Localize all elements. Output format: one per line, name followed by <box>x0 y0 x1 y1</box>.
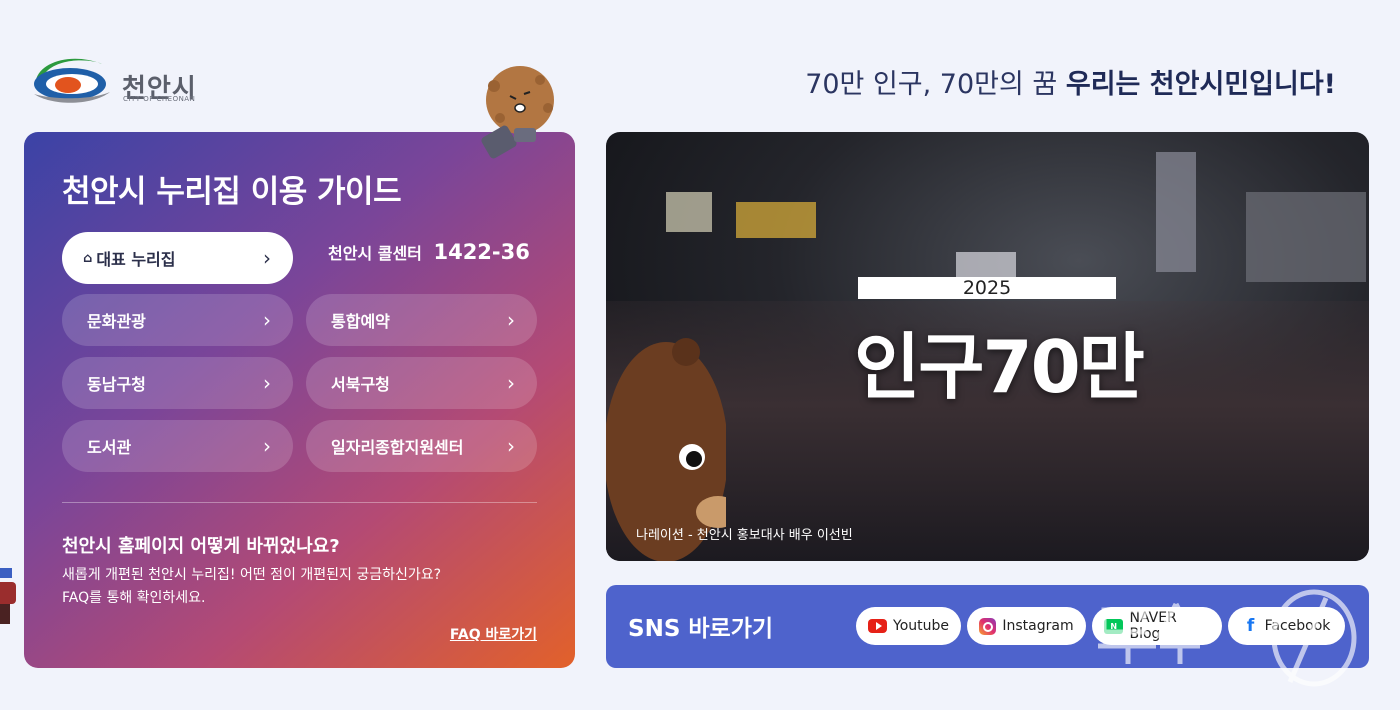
instagram-label: Instagram <box>1002 618 1074 634</box>
promo-video[interactable]: 2025 인구70만 나레이션 - 천안시 홍보대사 배우 이선빈 <box>606 132 1369 561</box>
youtube-button[interactable]: Youtube <box>856 607 961 645</box>
cheonan-emblem-icon <box>34 58 110 103</box>
job-center-button[interactable]: 일자리종합지원센터 › <box>306 420 537 472</box>
sns-title: SNS 바로가기 <box>628 616 774 642</box>
chevron-right-icon: › <box>507 371 515 395</box>
guide-title: 천안시 누리집 이용 가이드 <box>62 174 402 210</box>
slogan: 70만 인구, 70만의 꿈 우리는 천안시민입니다! <box>805 62 1336 101</box>
seobuk-gu-label: 서북구청 <box>331 375 390 394</box>
call-center-label: 천안시 콜센터 <box>328 244 422 263</box>
building-light <box>1156 152 1196 272</box>
chevron-right-icon: › <box>263 308 271 332</box>
integrated-reservation-button[interactable]: 통합예약 › <box>306 294 537 346</box>
slogan-emphasis: 우리는 천안시민입니다! <box>1065 69 1336 100</box>
mascot-character-icon <box>481 66 554 159</box>
call-center-number: 1422-36 <box>433 240 530 264</box>
integrated-reservation-label: 통합예약 <box>331 312 390 331</box>
dongnam-gu-button[interactable]: 동남구청 › <box>62 357 293 409</box>
logo-name-en: CITY OF CHEONAN <box>123 95 196 103</box>
building-light <box>1246 192 1366 282</box>
chevron-right-icon: › <box>263 434 271 458</box>
video-caption: 나레이션 - 천안시 홍보대사 배우 이선빈 <box>636 528 853 543</box>
city-logo[interactable]: 천안시 CITY OF CHEONAN <box>32 54 202 110</box>
faq-description: 새롭게 개편된 천안시 누리집! 어떤 점이 개편된지 궁금하신가요? FAQ를… <box>62 564 441 610</box>
divider <box>62 502 537 503</box>
street-sign <box>736 202 816 238</box>
news-watermark-logo <box>1098 589 1357 687</box>
chevron-right-icon: › <box>507 434 515 458</box>
chevron-right-icon: › <box>507 308 515 332</box>
seobuk-gu-button[interactable]: 서북구청 › <box>306 357 537 409</box>
street-sign <box>666 192 712 232</box>
job-center-label: 일자리종합지원센터 <box>331 438 464 457</box>
slogan-prefix: 70만 인구, 70만의 꿈 <box>805 69 1058 100</box>
youtube-icon <box>868 619 887 633</box>
call-center: 천안시 콜센터 1422-36 <box>328 240 530 264</box>
video-headline: 인구70만 <box>854 325 1145 409</box>
instagram-button[interactable]: Instagram <box>967 607 1086 645</box>
faq-desc-line-2: FAQ를 통해 확인하세요. <box>62 590 206 606</box>
library-button[interactable]: 도서관 › <box>62 420 293 472</box>
video-year: 2025 <box>858 277 1116 299</box>
main-site-label: 대표 누리집 <box>96 250 176 269</box>
library-label: 도서관 <box>87 438 132 457</box>
culture-tour-button[interactable]: 문화관광 › <box>62 294 293 346</box>
faq-title: 천안시 홈페이지 어떻게 바뀌었나요? <box>62 536 340 557</box>
chevron-right-icon: › <box>263 371 271 395</box>
nuri-guide-card: 천안시 누리집 이용 가이드 ⌂ 대표 누리집 › 천안시 콜센터 1422-3… <box>24 132 575 668</box>
faq-desc-line-1: 새롭게 개편된 천안시 누리집! 어떤 점이 개편된지 궁금하신가요? <box>62 567 442 583</box>
youtube-label: Youtube <box>893 618 949 634</box>
street-sign <box>956 252 1016 278</box>
mascot-partial-icon <box>0 568 16 624</box>
main-site-button[interactable]: ⌂ 대표 누리집 › <box>62 232 293 284</box>
dongnam-gu-label: 동남구청 <box>87 375 146 394</box>
home-icon: ⌂ <box>83 250 93 266</box>
faq-link[interactable]: FAQ 바로가기 <box>450 624 537 644</box>
chevron-right-icon: › <box>263 246 271 270</box>
instagram-icon <box>979 617 997 635</box>
culture-tour-label: 문화관광 <box>87 312 146 331</box>
